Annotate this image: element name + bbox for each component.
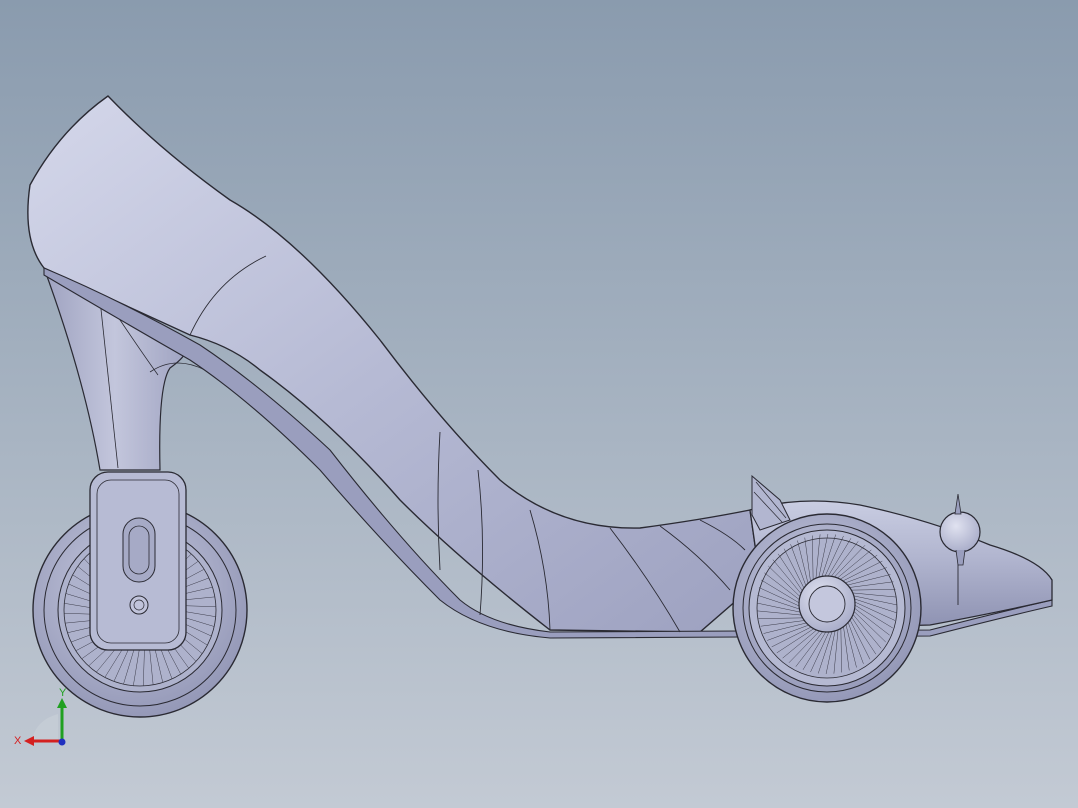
rear-wheel[interactable] (32, 471, 248, 718)
z-axis-dot (58, 738, 66, 746)
x-axis-label: X (14, 735, 22, 747)
y-axis-label: Y (59, 687, 67, 699)
triad-plane (32, 714, 58, 740)
view-triad: Y X (14, 687, 67, 747)
y-axis-arrowhead (57, 698, 67, 708)
graphics-viewport[interactable]: Y X (0, 0, 1078, 808)
cad-model[interactable] (0, 0, 1078, 808)
front-wheel[interactable] (732, 513, 922, 703)
x-axis-arrowhead (24, 736, 34, 746)
